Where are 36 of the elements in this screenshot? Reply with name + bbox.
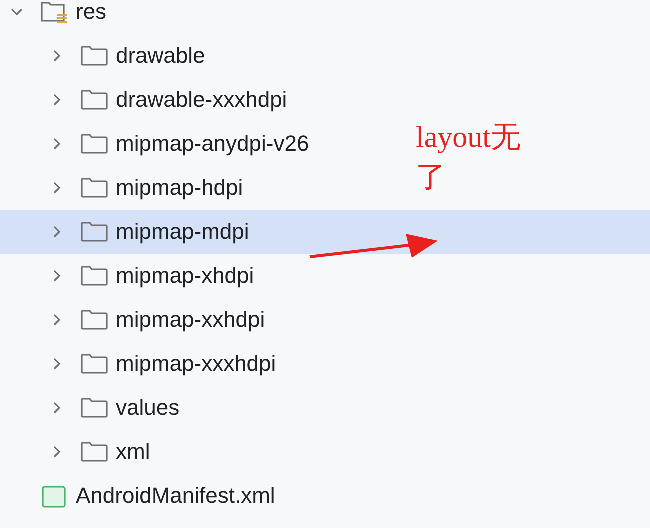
tree-row[interactable]: mipmap-anydpi-v26 [0, 122, 318, 166]
tree-row[interactable]: xml [0, 430, 158, 474]
folder-icon [80, 176, 110, 200]
item-label: mipmap-xhdpi [116, 263, 254, 289]
tree-row[interactable]: drawable-xxxhdpi [0, 78, 296, 122]
folder-icon [80, 308, 110, 332]
folder-icon [80, 440, 110, 464]
item-label: drawable [116, 43, 206, 69]
tree-row[interactable]: mipmap-xxxhdpi [0, 342, 284, 386]
item-label: values [116, 395, 180, 421]
tree-row[interactable]: mipmap-xxhdpi [0, 298, 274, 342]
tree-row[interactable]: drawable [0, 34, 214, 78]
item-label: xml [116, 439, 150, 465]
item-label: mipmap-mdpi [116, 219, 250, 245]
item-label: mipmap-xxhdpi [116, 307, 266, 333]
item-label: mipmap-hdpi [116, 175, 244, 201]
item-label: drawable-xxxhdpi [116, 87, 288, 113]
tree-row[interactable]: mipmap-hdpi [0, 166, 252, 210]
tree-row[interactable]: values [0, 386, 188, 430]
folder-icon [80, 88, 110, 112]
tree-row[interactable]: AndroidManifest.xml [0, 474, 284, 518]
item-label: AndroidManifest.xml [76, 483, 276, 509]
item-label: res [76, 0, 107, 25]
tree-row[interactable]: mipmap-mdpi [0, 210, 650, 254]
folder-icon [80, 220, 110, 244]
folder-icon [80, 132, 110, 156]
folder-icon [80, 44, 110, 68]
tree-row[interactable]: mipmap-xhdpi [0, 254, 262, 298]
folder-icon [80, 264, 110, 288]
item-label: mipmap-xxxhdpi [116, 351, 276, 377]
folder-icon [80, 396, 110, 420]
folder-icon [80, 352, 110, 376]
tree-row[interactable]: res [0, 0, 115, 34]
annotation-text: layout无了 [416, 120, 522, 196]
folder-icon [40, 0, 70, 24]
item-label: mipmap-anydpi-v26 [116, 131, 310, 157]
